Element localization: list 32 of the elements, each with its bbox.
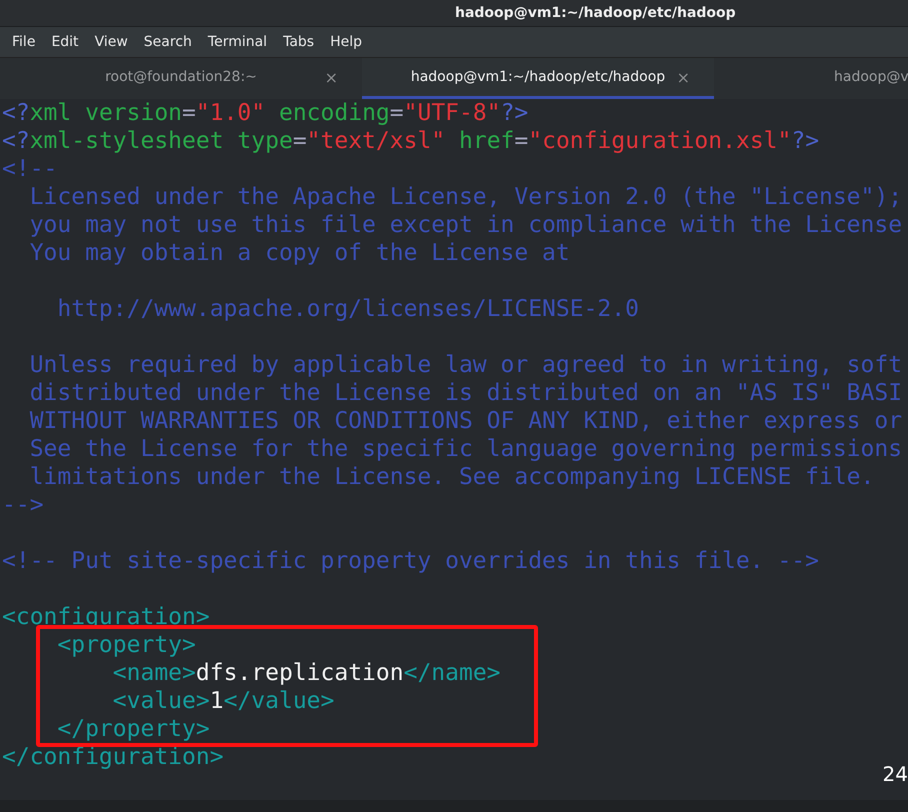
code-line: <?xml version="1.0" encoding="UTF-8"?> <box>1 99 530 127</box>
code-line: distributed under the License is distributed on an "AS IS" BASI <box>28 379 904 407</box>
terminal-tab[interactable]: hadoop@vm1:~/hadoop/etc/hadoop × <box>362 58 714 99</box>
code-line: Licensed under the Apache License, Version 2.0 (the "License"); <box>28 183 904 211</box>
menu-item[interactable]: View <box>86 34 136 50</box>
code-line: See the License for the specific language governing permissions <box>28 435 904 463</box>
menu-item[interactable]: Help <box>322 34 370 50</box>
code-line: <configuration> <box>1 603 211 631</box>
code-line: <property> <box>56 631 197 659</box>
menu-item[interactable]: Search <box>136 34 200 50</box>
menu-item[interactable]: Edit <box>43 34 87 50</box>
code-line: </property> <box>56 715 211 743</box>
close-icon[interactable]: × <box>324 68 338 86</box>
code-line: http://www.apache.org/licenses/LICENSE-2.0 <box>56 295 640 323</box>
code-line: <name>dfs.replication</name> <box>112 659 502 687</box>
code-line: <value>1</value> <box>112 687 336 715</box>
corner-text: 24 <box>882 762 908 786</box>
code-line: You may obtain a copy of the License at <box>28 239 571 267</box>
code-line: <!-- Put site-specific property overrides in this file. --> <box>1 547 820 575</box>
code-line: <!-- <box>1 155 58 183</box>
code-line: you may not use this file except in compliance with the License <box>28 211 904 239</box>
window-title: hadoop@vm1:~/hadoop/etc/hadoop <box>455 5 736 21</box>
code-line: </configuration> <box>1 743 225 771</box>
menu-item[interactable]: Terminal <box>200 34 276 50</box>
menu-item[interactable]: File <box>4 34 44 50</box>
close-icon[interactable]: × <box>676 68 690 86</box>
code-line: <?xml-stylesheet type="text/xsl" href="configuration.xsl"?> <box>1 127 820 155</box>
code-line: WITHOUT WARRANTIES OR CONDITIONS OF ANY KIND, either express or <box>28 407 904 435</box>
code-line: --> <box>1 491 45 519</box>
code-line: Unless required by applicable law or agreed to in writing, soft <box>28 351 904 379</box>
menu-item[interactable]: Tabs <box>275 34 322 50</box>
code-line: limitations under the License. See accompanying LICENSE file. <box>28 463 876 491</box>
